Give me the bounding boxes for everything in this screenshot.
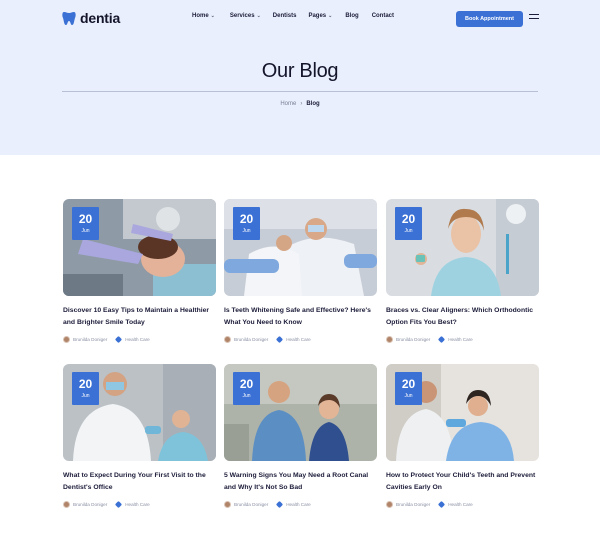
- author-avatar: [386, 501, 393, 508]
- category-link[interactable]: Health Care: [448, 337, 473, 342]
- breadcrumb-current: Blog: [306, 101, 320, 107]
- date-badge: 20 Jun: [72, 207, 99, 240]
- author-name[interactable]: Brunilda Doniger: [396, 337, 430, 342]
- post-meta: Brunilda Doniger Health Care: [224, 335, 311, 344]
- date-month: Jun: [242, 393, 251, 399]
- date-month: Jun: [404, 393, 413, 399]
- category-link[interactable]: Health Care: [125, 337, 150, 342]
- blog-card: 20 Jun What to Expect During Your First …: [63, 364, 216, 509]
- breadcrumb-separator-icon: ›: [300, 101, 303, 107]
- date-day: 20: [401, 212, 416, 226]
- tooth-icon: [62, 11, 76, 25]
- blog-card: 20 Jun Discover 10 Easy Tips to Maintain…: [63, 199, 216, 344]
- date-day: 20: [239, 212, 254, 226]
- post-meta: Brunilda Doniger Health Care: [386, 335, 473, 344]
- date-day: 20: [401, 377, 416, 391]
- nav-item-blog[interactable]: Blog: [345, 13, 358, 19]
- blog-card: 20 Jun Is Teeth Whitening Safe and Effec…: [224, 199, 377, 344]
- post-meta: Brunilda Doniger Health Care: [386, 500, 473, 509]
- nav-item-pages[interactable]: Pages ⌄: [308, 13, 332, 19]
- post-image[interactable]: 20 Jun: [386, 364, 539, 461]
- nav-item-home[interactable]: Home ⌄: [192, 13, 215, 19]
- nav-label: Dentists: [272, 13, 297, 19]
- nav-item-dentists[interactable]: Dentists: [273, 13, 297, 19]
- blog-card: 20 Jun 5 Warning Signs You May Need a Ro…: [224, 364, 377, 509]
- author-name[interactable]: Brunilda Doniger: [234, 337, 268, 342]
- category-link[interactable]: Health Care: [125, 502, 150, 507]
- post-image[interactable]: 20 Jun: [386, 199, 539, 296]
- nav-item-contact[interactable]: Contact: [372, 13, 394, 19]
- date-badge: 20 Jun: [395, 372, 422, 405]
- tag-icon: [115, 335, 123, 344]
- author-avatar: [224, 501, 231, 508]
- chevron-down-icon: ⌄: [328, 13, 333, 19]
- post-meta: Brunilda Doniger Health Care: [224, 500, 311, 509]
- post-image[interactable]: 20 Jun: [63, 364, 216, 461]
- date-month: Jun: [81, 393, 90, 399]
- page-title: Our Blog: [261, 60, 339, 82]
- post-image[interactable]: 20 Jun: [63, 199, 216, 296]
- post-meta: Brunilda Doniger Health Care: [63, 335, 150, 344]
- tag-icon: [438, 335, 446, 344]
- tag-icon: [438, 500, 446, 509]
- author-avatar: [63, 501, 70, 508]
- date-badge: 20 Jun: [395, 207, 422, 240]
- main-nav: Home ⌄ Services ⌄ Dentists Pages ⌄ Blog Con…: [192, 13, 394, 19]
- post-meta: Brunilda Doniger Health Care: [63, 500, 150, 509]
- author-name[interactable]: Brunilda Doniger: [73, 337, 107, 342]
- date-badge: 20 Jun: [72, 372, 99, 405]
- nav-label: Home: [192, 13, 209, 19]
- category-link[interactable]: Health Care: [448, 502, 473, 507]
- post-title-link[interactable]: How to Protect Your Child's Teeth and Pr…: [386, 470, 539, 494]
- book-appointment-button[interactable]: Book Appointment: [456, 11, 523, 27]
- author-avatar: [224, 336, 231, 343]
- post-image[interactable]: 20 Jun: [224, 199, 377, 296]
- date-day: 20: [78, 377, 93, 391]
- divider: [62, 91, 538, 92]
- nav-item-services[interactable]: Services ⌄: [230, 13, 261, 19]
- post-title-link[interactable]: Braces vs. Clear Aligners: Which Orthodo…: [386, 305, 539, 329]
- brand-logo[interactable]: dentia: [62, 10, 120, 26]
- post-title-link[interactable]: Discover 10 Easy Tips to Maintain a Heal…: [63, 305, 216, 329]
- date-month: Jun: [404, 228, 413, 234]
- chevron-down-icon: ⌄: [210, 13, 215, 19]
- author-name[interactable]: Brunilda Doniger: [234, 502, 268, 507]
- tag-icon: [115, 500, 123, 509]
- post-title-link[interactable]: 5 Warning Signs You May Need a Root Cana…: [224, 470, 377, 494]
- breadcrumb: Home › Blog: [0, 101, 600, 107]
- post-title-link[interactable]: Is Teeth Whitening Safe and Effective? H…: [224, 305, 377, 329]
- author-avatar: [386, 336, 393, 343]
- post-title-link[interactable]: What to Expect During Your First Visit t…: [63, 470, 216, 494]
- date-day: 20: [78, 212, 93, 226]
- author-name[interactable]: Brunilda Doniger: [73, 502, 107, 507]
- category-link[interactable]: Health Care: [286, 502, 311, 507]
- blog-card: 20 Jun Braces vs. Clear Aligners: Which …: [386, 199, 539, 344]
- date-badge: 20 Jun: [233, 207, 260, 240]
- brand-name: dentia: [80, 10, 121, 26]
- nav-label: Blog: [345, 13, 359, 19]
- blog-card: 20 Jun How to Protect Your Child's Teeth…: [386, 364, 539, 509]
- date-month: Jun: [242, 228, 251, 234]
- nav-label: Contact: [371, 13, 395, 19]
- author-name[interactable]: Brunilda Doniger: [396, 502, 430, 507]
- tag-icon: [276, 335, 284, 344]
- post-image[interactable]: 20 Jun: [224, 364, 377, 461]
- author-avatar: [63, 336, 70, 343]
- date-month: Jun: [81, 228, 90, 234]
- chevron-down-icon: ⌄: [256, 13, 261, 19]
- date-badge: 20 Jun: [233, 372, 260, 405]
- breadcrumb-home-link[interactable]: Home: [280, 101, 296, 107]
- nav-label: Services: [229, 13, 255, 19]
- category-link[interactable]: Health Care: [286, 337, 311, 342]
- tag-icon: [276, 500, 284, 509]
- hamburger-menu-icon[interactable]: [529, 14, 539, 22]
- date-day: 20: [239, 377, 254, 391]
- nav-label: Pages: [308, 13, 327, 19]
